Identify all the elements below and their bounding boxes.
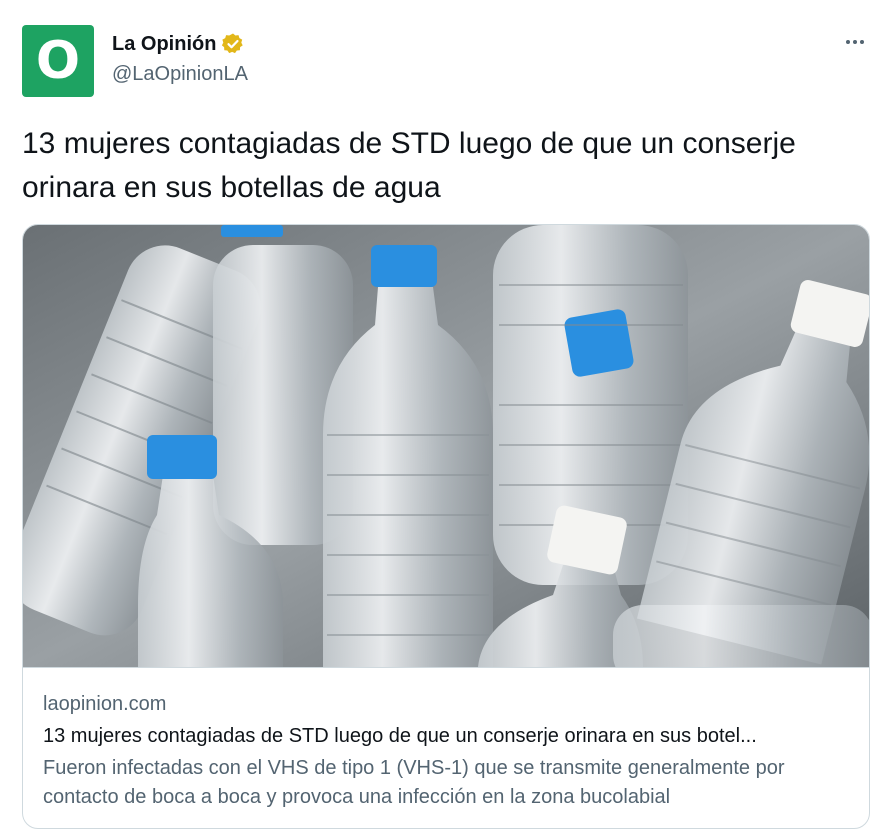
card-description: Fueron infectadas con el VHS de tipo 1 (…	[43, 757, 785, 808]
more-dot	[846, 40, 850, 44]
author-block: La Opinión @LaOpinionLA	[112, 31, 248, 86]
avatar-logo-letter: O	[35, 31, 81, 91]
card-domain: laopinion.com	[43, 693, 167, 715]
tweet-text: 13 mujeres contagiadas de STD luego de q…	[22, 127, 796, 204]
verified-badge-icon[interactable]	[221, 32, 245, 56]
author-handle[interactable]: @LaOpinionLA	[112, 63, 248, 86]
card-info[interactable]: laopinion.com 13 mujeres contagiadas de …	[23, 667, 869, 828]
author-display-name[interactable]: La Opinión	[112, 33, 216, 56]
more-dot	[853, 40, 857, 44]
card-title: 13 mujeres contagiadas de STD luego de q…	[43, 725, 757, 747]
more-options-icon[interactable]	[842, 36, 868, 48]
more-dot	[860, 40, 864, 44]
author-name-row: La Opinión	[112, 31, 248, 57]
avatar[interactable]: O	[22, 25, 94, 97]
link-card[interactable]: laopinion.com 13 mujeres contagiadas de …	[22, 224, 870, 829]
card-image[interactable]	[23, 225, 870, 667]
